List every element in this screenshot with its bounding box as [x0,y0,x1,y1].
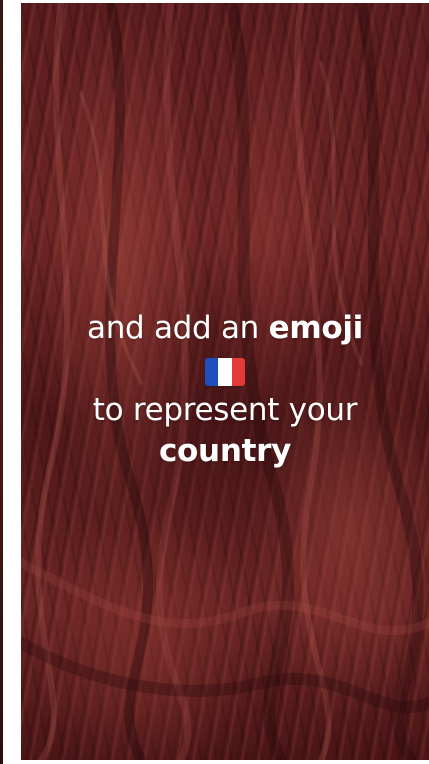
previous-story-edge[interactable] [0,0,20,764]
story-media[interactable]: and add an emoji to represent your count… [21,3,429,760]
previous-story-preview [0,0,3,764]
caption-line-1: and add an emoji [21,308,429,349]
caption-bold-text: country [158,433,292,469]
france-flag-emoji-icon [205,358,245,386]
story-screen: and add an emoji to represent your count… [0,0,429,764]
caption-line-4: country [21,431,429,472]
caption-line-3: to represent your [92,392,358,428]
story-caption: and add an emoji to represent your count… [21,308,429,472]
caption-bold-text: emoji [268,310,364,346]
caption-text: and add an [87,310,269,346]
caption-emoji-line [21,349,429,390]
